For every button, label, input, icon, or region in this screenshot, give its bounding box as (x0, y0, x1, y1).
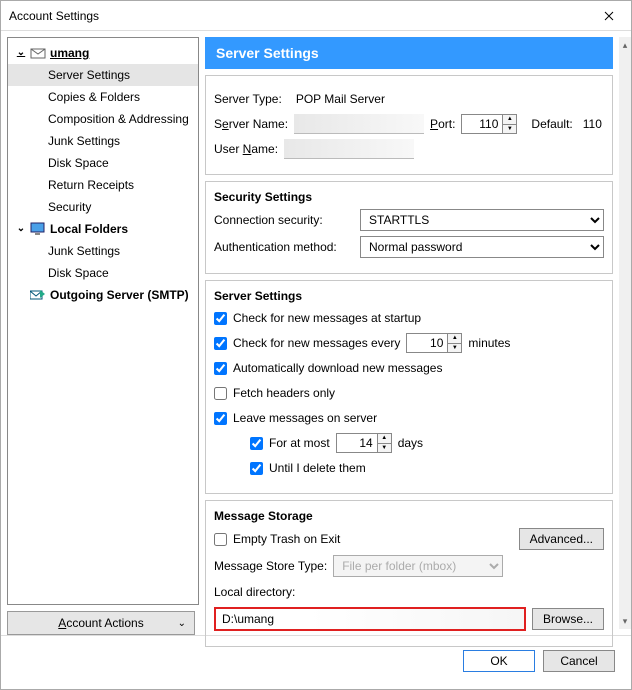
server-identity-group: Server Type: POP Mail Server Server Name… (205, 75, 613, 175)
close-icon (604, 11, 614, 21)
chevron-down-icon: ⌄ (178, 618, 186, 629)
check-every-input[interactable] (407, 334, 447, 352)
auto-download-label: Automatically download new messages (233, 361, 442, 375)
for-at-most-input[interactable] (337, 434, 377, 452)
port-input[interactable] (462, 115, 502, 133)
port-spinner[interactable]: ▲▼ (461, 114, 517, 134)
cancel-button[interactable]: Cancel (543, 650, 615, 672)
local-dir-input[interactable]: D:\umang (214, 607, 526, 631)
chevron-down-icon[interactable]: ⌄ (16, 48, 26, 58)
account-tree[interactable]: ⌄ umang Server Settings Copies & Folders… (7, 37, 199, 605)
spin-down-icon[interactable]: ▼ (378, 444, 391, 453)
store-type-select: File per folder (mbox) (333, 555, 503, 577)
account-node[interactable]: ⌄ umang (8, 42, 198, 64)
default-port-value: 110 (583, 117, 602, 131)
close-button[interactable] (586, 1, 631, 31)
check-every-unit: minutes (468, 336, 510, 350)
titlebar: Account Settings (1, 1, 631, 31)
server-type-label: Server Type: (214, 92, 282, 106)
for-at-most-label: For at most (269, 436, 330, 450)
advanced-button[interactable]: Advanced... (519, 528, 604, 550)
scrollbar[interactable]: ▴ ▾ (619, 37, 631, 629)
check-startup-checkbox[interactable] (214, 312, 227, 325)
sidebar-item-disk-space[interactable]: Disk Space (8, 152, 198, 174)
panel-header: Server Settings (205, 37, 613, 69)
empty-trash-label: Empty Trash on Exit (233, 532, 340, 546)
server-type-value: POP Mail Server (296, 92, 385, 106)
empty-trash-checkbox[interactable] (214, 533, 227, 546)
server-settings-title: Server Settings (214, 289, 604, 303)
check-every-checkbox[interactable] (214, 337, 227, 350)
check-startup-label: Check for new messages at startup (233, 311, 421, 325)
security-title: Security Settings (214, 190, 604, 204)
port-label: Port: (430, 117, 455, 131)
spin-down-icon[interactable]: ▼ (503, 125, 516, 134)
conn-security-label: Connection security: (214, 213, 354, 227)
chevron-down-icon[interactable]: ⌄ (16, 224, 26, 234)
scroll-down-icon[interactable]: ▾ (619, 613, 631, 629)
account-label: umang (50, 45, 89, 61)
for-at-most-unit: days (398, 436, 423, 450)
sidebar-item-local-disk[interactable]: Disk Space (8, 262, 198, 284)
auto-download-checkbox[interactable] (214, 362, 227, 375)
message-storage-group: Message Storage Empty Trash on Exit Adva… (205, 500, 613, 647)
for-at-most-checkbox[interactable] (250, 437, 263, 450)
ok-button[interactable]: OK (463, 650, 535, 672)
server-settings-group: Server Settings Check for new messages a… (205, 280, 613, 494)
local-folders-node[interactable]: ⌄ Local Folders (8, 218, 198, 240)
sidebar-item-return-receipts[interactable]: Return Receipts (8, 174, 198, 196)
window-title: Account Settings (9, 9, 99, 23)
sidebar: ⌄ umang Server Settings Copies & Folders… (1, 31, 199, 635)
spin-up-icon[interactable]: ▲ (448, 334, 461, 344)
sidebar-item-composition[interactable]: Composition & Addressing (8, 108, 198, 130)
auth-method-select[interactable]: Normal password (360, 236, 604, 258)
scroll-up-icon[interactable]: ▴ (619, 37, 631, 53)
outgoing-server-node[interactable]: Outgoing Server (SMTP) (8, 284, 198, 306)
user-name-label: User Name: (214, 142, 278, 156)
server-name-input[interactable] (294, 114, 424, 134)
user-name-input[interactable] (284, 139, 414, 159)
for-at-most-spinner[interactable]: ▲▼ (336, 433, 392, 453)
spin-up-icon[interactable]: ▲ (378, 434, 391, 444)
until-delete-checkbox[interactable] (250, 462, 263, 475)
local-folders-label: Local Folders (50, 221, 128, 237)
server-name-label: Server Name: (214, 117, 288, 131)
conn-security-select[interactable]: STARTTLS (360, 209, 604, 231)
leave-server-label: Leave messages on server (233, 411, 377, 425)
spin-down-icon[interactable]: ▼ (448, 344, 461, 353)
main-panel: ▴ ▾ Server Settings Server Type: POP Mai… (199, 31, 631, 635)
monitor-icon (30, 222, 46, 236)
local-dir-label: Local directory: (214, 585, 295, 599)
leave-server-checkbox[interactable] (214, 412, 227, 425)
spin-up-icon[interactable]: ▲ (503, 115, 516, 125)
fetch-headers-label: Fetch headers only (233, 386, 335, 400)
account-actions-button[interactable]: Account Actions ⌄ (7, 611, 195, 635)
sidebar-item-copies-folders[interactable]: Copies & Folders (8, 86, 198, 108)
check-every-label: Check for new messages every (233, 336, 400, 350)
local-dir-value: D:\umang (222, 612, 274, 626)
outgoing-label: Outgoing Server (SMTP) (50, 287, 189, 303)
auth-method-label: Authentication method: (214, 240, 354, 254)
sidebar-item-local-junk[interactable]: Junk Settings (8, 240, 198, 262)
browse-button[interactable]: Browse... (532, 608, 604, 630)
storage-title: Message Storage (214, 509, 604, 523)
default-label: Default: (531, 117, 572, 131)
sidebar-item-security[interactable]: Security (8, 196, 198, 218)
sidebar-item-junk[interactable]: Junk Settings (8, 130, 198, 152)
account-actions-label: Account Actions (58, 616, 143, 630)
sidebar-item-server-settings[interactable]: Server Settings (8, 64, 198, 86)
smtp-icon (30, 288, 46, 302)
store-type-label: Message Store Type: (214, 559, 327, 573)
until-delete-label: Until I delete them (269, 461, 366, 475)
security-group: Security Settings Connection security: S… (205, 181, 613, 274)
check-every-spinner[interactable]: ▲▼ (406, 333, 462, 353)
fetch-headers-checkbox[interactable] (214, 387, 227, 400)
mail-icon (30, 46, 46, 60)
